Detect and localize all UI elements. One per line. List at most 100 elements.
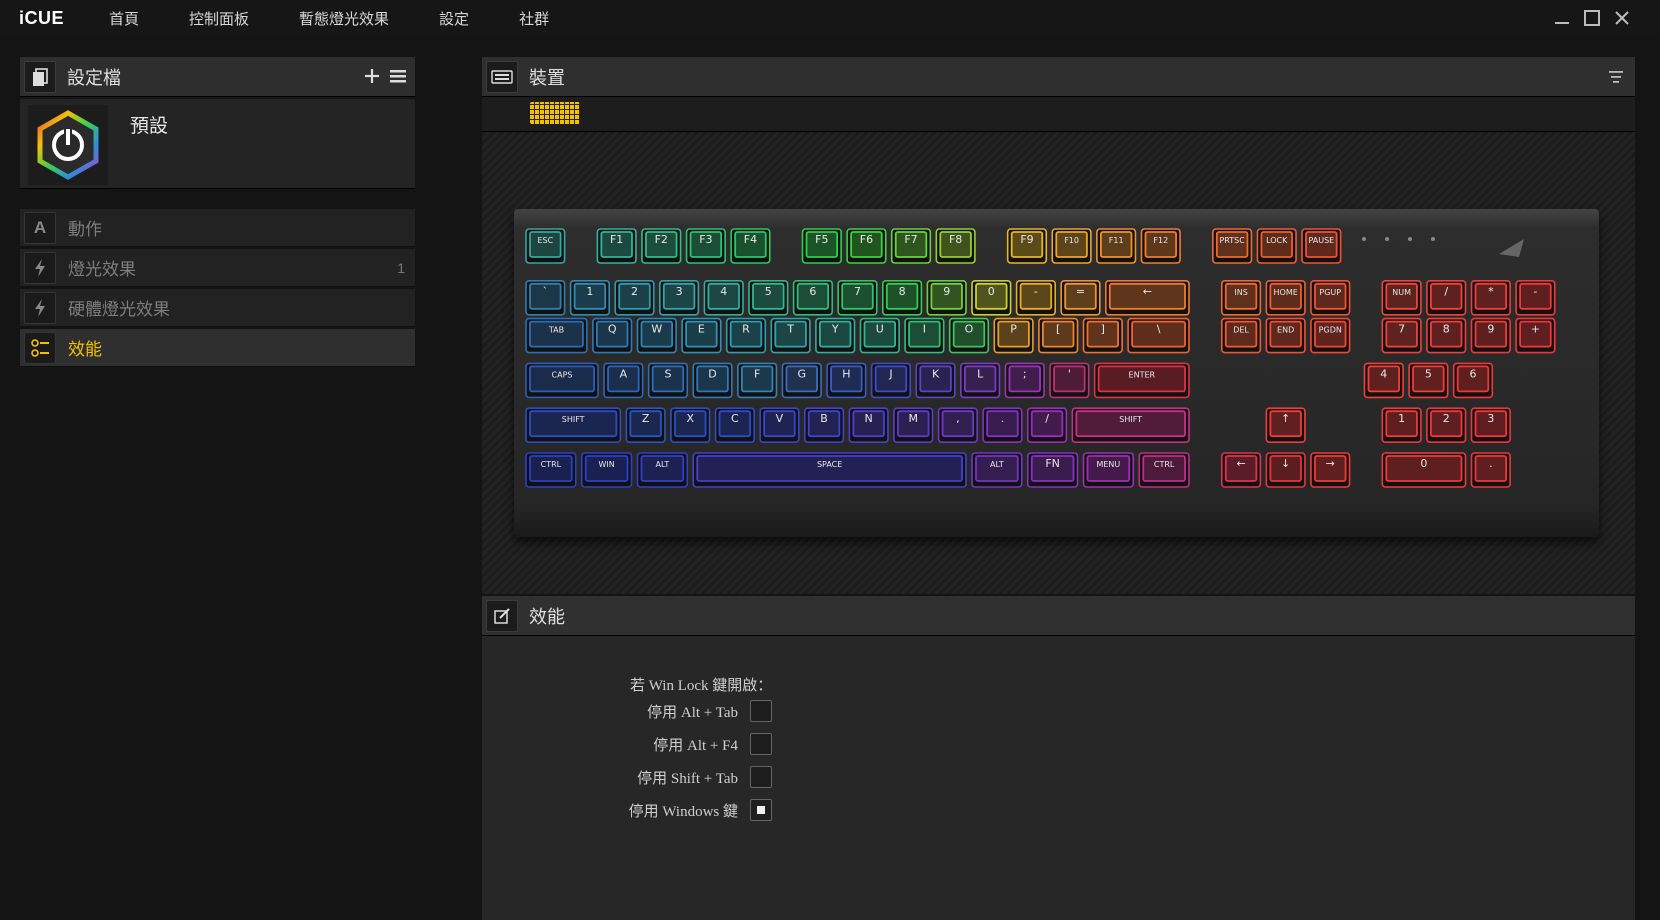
key-t[interactable]: T xyxy=(770,317,811,354)
key-f6[interactable]: F6 xyxy=(846,228,887,264)
key-h[interactable]: H xyxy=(826,362,867,399)
key-f5[interactable]: F5 xyxy=(801,228,842,264)
key-menu[interactable]: MENU xyxy=(1082,452,1135,488)
key-0[interactable]: 0 xyxy=(1381,452,1467,488)
key-e[interactable]: E xyxy=(681,317,722,354)
menu-item-performance[interactable]: 效能 xyxy=(20,329,415,367)
maximize-icon[interactable] xyxy=(1582,8,1602,28)
key-←[interactable]: ← xyxy=(1220,452,1262,488)
key-del[interactable]: DEL xyxy=(1220,317,1262,354)
key-b[interactable]: B xyxy=(803,407,845,443)
key-.[interactable]: . xyxy=(1470,452,1511,488)
key-n[interactable]: N xyxy=(848,407,889,443)
key-f12[interactable]: F12 xyxy=(1140,228,1181,264)
checkbox-disable-alt-tab[interactable] xyxy=(750,700,772,722)
key-1[interactable]: 1 xyxy=(1381,407,1422,443)
key-m[interactable]: M xyxy=(893,407,934,443)
sort-icon[interactable] xyxy=(1607,68,1625,86)
key-f10[interactable]: F10 xyxy=(1051,228,1092,264)
key-shift[interactable]: SHIFT xyxy=(525,407,622,443)
key-enter[interactable]: ENTER xyxy=(1093,362,1190,399)
key-o[interactable]: O xyxy=(948,317,990,354)
key-esc[interactable]: ESC xyxy=(525,228,566,264)
key-l[interactable]: L xyxy=(960,362,1001,399)
checkbox-disable-shift-tab[interactable] xyxy=(750,766,772,788)
key-=[interactable]: = xyxy=(1060,280,1101,316)
key-\[interactable]: \ xyxy=(1127,317,1190,354)
key-i[interactable]: I xyxy=(904,317,945,354)
key-r[interactable]: R xyxy=(725,317,767,354)
key-9[interactable]: 9 xyxy=(1470,317,1511,354)
key-w[interactable]: W xyxy=(636,317,677,354)
key-/[interactable]: / xyxy=(1426,280,1467,316)
key-3[interactable]: 3 xyxy=(1470,407,1511,443)
key-6[interactable]: 6 xyxy=(1452,362,1494,399)
key-0[interactable]: 0 xyxy=(971,280,1012,316)
key-2[interactable]: 2 xyxy=(614,280,655,316)
key-tab[interactable]: TAB xyxy=(525,317,588,354)
key-pgup[interactable]: PGUP xyxy=(1310,280,1351,316)
key-ins[interactable]: INS xyxy=(1220,280,1262,316)
key-caps[interactable]: CAPS xyxy=(525,362,599,399)
key-8[interactable]: 8 xyxy=(1426,317,1467,354)
key-lock[interactable]: LOCK xyxy=(1256,228,1297,264)
key-y[interactable]: Y xyxy=(815,317,856,354)
key-*[interactable]: * xyxy=(1470,280,1511,316)
key-2[interactable]: 2 xyxy=(1426,407,1467,443)
key-space[interactable]: SPACE xyxy=(692,452,967,488)
key-pgdn[interactable]: PGDN xyxy=(1310,317,1351,354)
key-5[interactable]: 5 xyxy=(748,280,789,316)
key-g[interactable]: G xyxy=(781,362,822,399)
key-home[interactable]: HOME xyxy=(1265,280,1306,316)
key-↑[interactable]: ↑ xyxy=(1265,407,1306,443)
menu-item-hardware-lighting[interactable]: 硬體燈光效果 xyxy=(20,289,415,327)
key-prtsc[interactable]: PRTSC xyxy=(1212,228,1253,264)
nav-settings[interactable]: 設定 xyxy=(439,8,469,29)
key-,[interactable]: , xyxy=(937,407,978,443)
key-5[interactable]: 5 xyxy=(1408,362,1449,399)
key-][interactable]: ] xyxy=(1082,317,1123,354)
key-c[interactable]: C xyxy=(714,407,755,443)
key-j[interactable]: J xyxy=(870,362,912,399)
key-9[interactable]: 9 xyxy=(926,280,967,316)
menu-item-actions[interactable]: A 動作 xyxy=(20,209,415,247)
key-6[interactable]: 6 xyxy=(792,280,834,316)
key-f2[interactable]: F2 xyxy=(641,228,682,264)
key-+[interactable]: + xyxy=(1515,317,1556,354)
nav-dashboard[interactable]: 控制面板 xyxy=(189,8,249,29)
key-8[interactable]: 8 xyxy=(881,280,923,316)
key-p[interactable]: P xyxy=(993,317,1034,354)
menu-item-lighting-effects[interactable]: 燈光效果 1 xyxy=(20,249,415,287)
nav-home[interactable]: 首頁 xyxy=(109,8,139,29)
key-alt[interactable]: ALT xyxy=(971,452,1023,488)
add-icon[interactable] xyxy=(363,65,381,87)
key-ctrl[interactable]: CTRL xyxy=(525,452,577,488)
key-ctrl[interactable]: CTRL xyxy=(1138,452,1190,488)
key-f[interactable]: F xyxy=(737,362,778,399)
key-q[interactable]: Q xyxy=(592,317,633,354)
key-f9[interactable]: F9 xyxy=(1006,228,1048,264)
key-4[interactable]: 4 xyxy=(1363,362,1404,399)
menu-icon[interactable] xyxy=(389,65,407,87)
key-1[interactable]: 1 xyxy=(569,280,610,316)
key-s[interactable]: S xyxy=(647,362,689,399)
key-7[interactable]: 7 xyxy=(1381,317,1422,354)
key-;[interactable]: ; xyxy=(1004,362,1045,399)
key-k[interactable]: K xyxy=(915,362,956,399)
key-x[interactable]: X xyxy=(670,407,711,443)
key-a[interactable]: A xyxy=(603,362,644,399)
key-d[interactable]: D xyxy=(692,362,733,399)
profile-card-default[interactable]: 預設 xyxy=(20,99,415,189)
key-f4[interactable]: F4 xyxy=(730,228,771,264)
minimize-icon[interactable] xyxy=(1552,8,1572,28)
key-3[interactable]: 3 xyxy=(659,280,700,316)
key-→[interactable]: → xyxy=(1310,452,1351,488)
key-shift[interactable]: SHIFT xyxy=(1071,407,1190,443)
key-f7[interactable]: F7 xyxy=(890,228,932,264)
key-`[interactable]: ` xyxy=(525,280,566,316)
key--[interactable]: - xyxy=(1515,280,1556,316)
device-thumbnail-keyboard[interactable] xyxy=(530,102,580,124)
key-←[interactable]: ← xyxy=(1104,280,1190,316)
key-z[interactable]: Z xyxy=(625,407,666,443)
key-f3[interactable]: F3 xyxy=(685,228,726,264)
